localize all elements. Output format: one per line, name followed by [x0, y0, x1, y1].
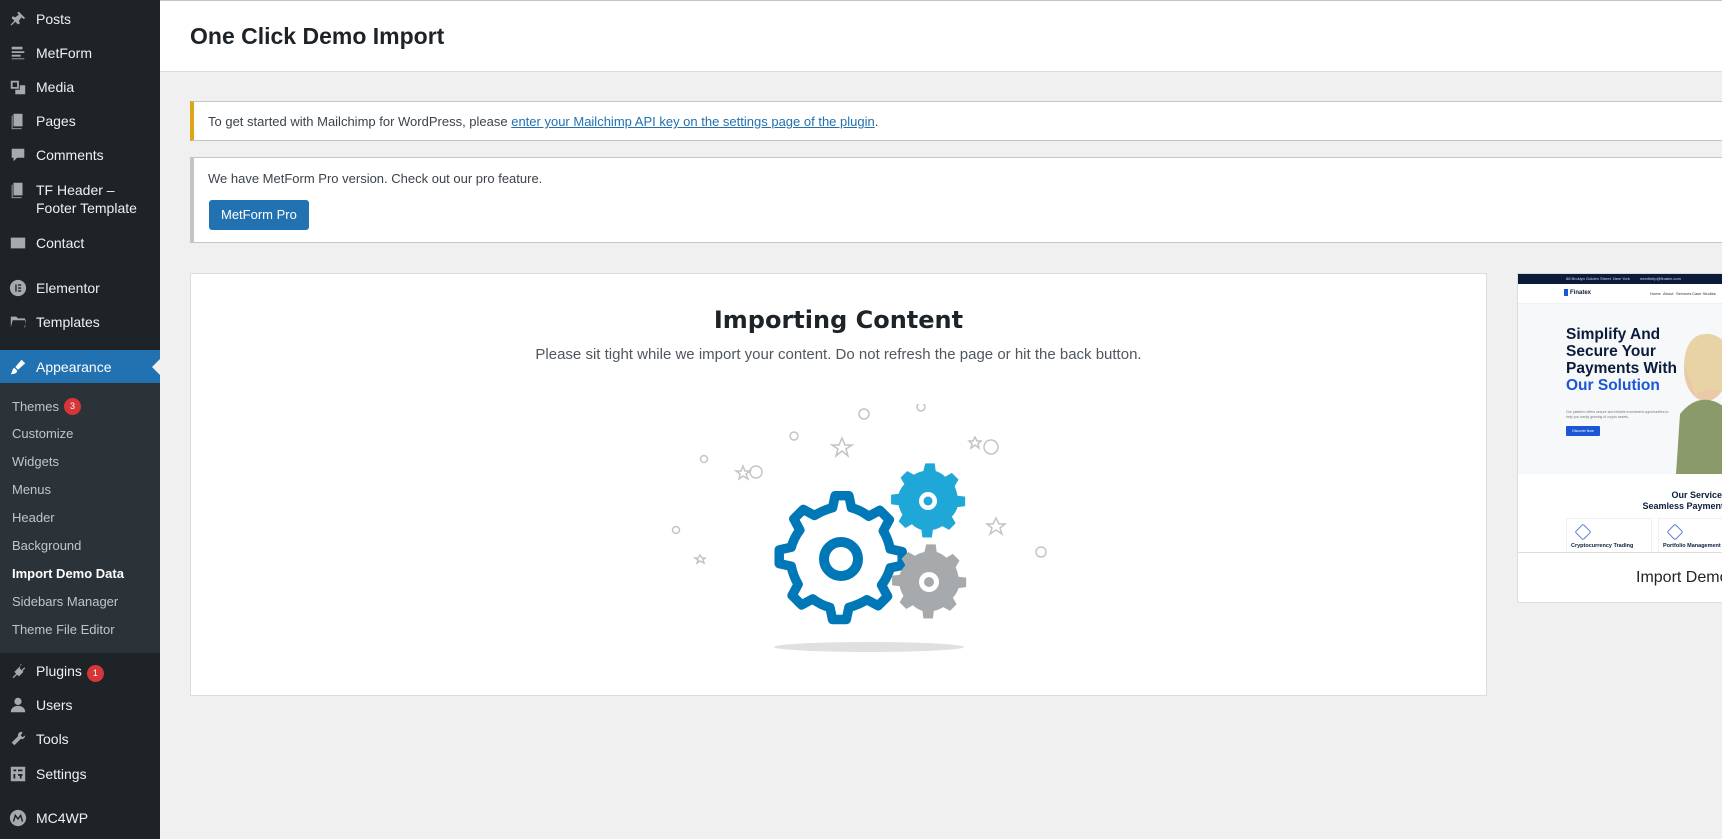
metform-pro-button[interactable]: MetForm Pro	[209, 200, 309, 230]
sidebar-item-posts[interactable]: Posts	[0, 9, 160, 29]
sidebar-item-label: Elementor	[36, 280, 100, 296]
sidebar-item-mc4wp[interactable]: MC4WP	[0, 808, 160, 828]
preview-person-image	[1676, 333, 1722, 474]
update-count-badge: 1	[86, 665, 104, 682]
decorative-sparkles	[671, 404, 1047, 565]
sidebar-item-label: Appearance	[36, 359, 112, 375]
submenu-item-menus[interactable]: Menus	[12, 482, 51, 498]
sidebar-item-label: Contact	[36, 235, 85, 251]
notice-text: To get started with Mailchimp for WordPr…	[208, 114, 512, 129]
page-title: One Click Demo Import	[190, 23, 445, 49]
elementor-icon	[8, 278, 28, 298]
pages-icon	[8, 111, 28, 131]
submenu-item-widgets[interactable]: Widgets	[12, 454, 59, 470]
mailchimp-notice: To get started with Mailchimp for WordPr…	[190, 101, 1722, 141]
sidebar-item-label: Media	[36, 79, 75, 95]
gear-shadow	[774, 642, 964, 652]
crypto-icon	[1574, 523, 1592, 541]
sidebar-item-tools[interactable]: Tools	[0, 729, 160, 749]
sidebar-item-label: Templates	[36, 314, 100, 330]
sidebar-item-metform[interactable]: MetForm	[0, 43, 160, 63]
demo-preview-image: 88 Broklyn Golden Street. New York needh…	[1518, 274, 1722, 552]
import-demo-label: Import Demo	[1636, 569, 1722, 586]
form-icon	[8, 43, 28, 63]
sidebar-item-label: Posts	[36, 11, 72, 27]
importing-gears-illustration	[671, 404, 1047, 652]
user-icon	[8, 695, 28, 715]
mc4wp-icon	[8, 808, 28, 828]
sidebar-item-label: Users	[36, 697, 73, 713]
media-icon	[8, 77, 28, 97]
sidebar-item-appearance[interactable]: Appearance	[0, 350, 160, 384]
import-progress-panel: Importing Content Please sit tight while…	[190, 273, 1487, 696]
import-subtitle: Please sit tight while we import your co…	[535, 346, 1142, 363]
preview-logo: Finatex	[1564, 289, 1591, 296]
sidebar-item-elementor[interactable]: Elementor	[0, 278, 160, 298]
preview-service-card: Cryptocurrency Trading	[1566, 518, 1652, 552]
sidebar-item-contact[interactable]: Contact	[0, 233, 160, 253]
admin-sidebar: Posts MetForm Media Pages Comments TF He…	[0, 0, 160, 839]
sidebar-item-plugins[interactable]: Plugins 1	[0, 661, 160, 682]
pushpin-icon	[8, 9, 28, 29]
page-header: One Click Demo Import	[160, 0, 1722, 72]
sidebar-item-label: MetForm	[36, 45, 92, 61]
update-count-badge: 3	[63, 398, 81, 415]
submenu-item-sidebars-manager[interactable]: Sidebars Manager	[12, 594, 118, 610]
comment-icon	[8, 145, 28, 165]
preview-hero: Simplify And Secure Your Payments With O…	[1518, 304, 1722, 474]
portfolio-icon	[1666, 523, 1684, 541]
sidebar-item-comments[interactable]: Comments	[0, 145, 160, 165]
sidebar-item-label: Plugins	[36, 663, 82, 679]
paintbrush-icon	[8, 357, 28, 377]
sidebar-item-tf-header-footer[interactable]: TF Header – Footer Template	[0, 180, 160, 217]
sidebar-item-templates[interactable]: Templates	[0, 312, 160, 332]
metform-notice: We have MetForm Pro version. Check out o…	[190, 157, 1722, 243]
sidebar-item-label: Pages	[36, 113, 76, 129]
medium-gear-icon	[891, 463, 966, 538]
preview-nav: Finatex Home About Services Case Studies	[1518, 284, 1722, 304]
wrench-icon	[8, 729, 28, 749]
sidebar-item-label: Comments	[36, 147, 104, 163]
sidebar-item-settings[interactable]: Settings	[0, 764, 160, 784]
preview-topbar: 88 Broklyn Golden Street. New York needh…	[1518, 274, 1722, 284]
preview-service-card: Portfolio Management	[1658, 518, 1722, 552]
large-gear-icon	[774, 490, 907, 625]
appearance-submenu: Themes 3 Customize Widgets Menus Header B…	[0, 383, 160, 653]
demo-preview-card[interactable]: 88 Broklyn Golden Street. New York needh…	[1517, 273, 1722, 603]
submenu-item-customize[interactable]: Customize	[12, 426, 73, 442]
submenu-item-import-demo-data[interactable]: Import Demo Data	[12, 566, 124, 582]
submenu-item-background[interactable]: Background	[12, 538, 81, 554]
mailchimp-settings-link[interactable]: enter your Mailchimp API key on the sett…	[511, 114, 875, 129]
demo-preview-footer: Import Demo	[1518, 552, 1722, 602]
folder-icon	[8, 312, 28, 332]
pages-icon	[8, 180, 28, 200]
submenu-item-header[interactable]: Header	[12, 510, 55, 526]
envelope-icon	[8, 233, 28, 253]
sidebar-item-label: TF Header –	[36, 182, 115, 198]
sidebar-item-media[interactable]: Media	[0, 77, 160, 97]
submenu-item-themes[interactable]: Themes 3	[12, 398, 81, 415]
sidebar-item-label: MC4WP	[36, 810, 89, 826]
plugin-icon	[8, 661, 28, 681]
sidebar-item-label: Tools	[36, 731, 69, 747]
notice-text: We have MetForm Pro version. Check out o…	[208, 171, 543, 186]
submenu-item-theme-file-editor[interactable]: Theme File Editor	[12, 622, 115, 638]
sidebar-item-label: Settings	[36, 766, 87, 782]
sidebar-item-users[interactable]: Users	[0, 695, 160, 715]
settings-icon	[8, 764, 28, 784]
import-title: Importing Content	[713, 306, 964, 334]
sidebar-item-label-line2: Footer Template	[36, 200, 137, 216]
sidebar-item-pages[interactable]: Pages	[0, 111, 160, 131]
